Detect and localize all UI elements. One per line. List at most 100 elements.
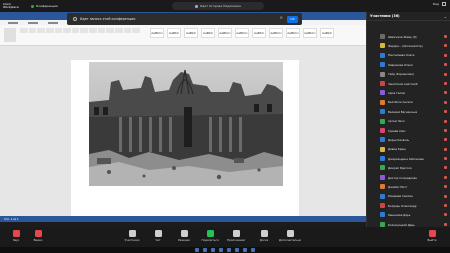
style-preset[interactable]: AaBbC (201, 28, 215, 38)
font-tools[interactable] (20, 28, 140, 42)
style-preset[interactable]: AaBbCc (218, 28, 232, 38)
participant-row[interactable]: Диктор Склюдарова (367, 173, 450, 182)
ok-button[interactable]: OK (287, 15, 298, 23)
toolbar-icon (206, 230, 214, 237)
toolbar-button[interactable]: Доска (252, 230, 276, 242)
participants-panel-title: Участники (36) ⌄ (367, 12, 450, 21)
toolbar-label: Дополнительно (278, 238, 302, 242)
style-preset[interactable]: AaBbCc (303, 28, 317, 38)
participant-row[interactable]: Болдарь Олександр (367, 201, 450, 210)
info-icon (73, 17, 77, 21)
participant-row[interactable]: Федора... (Организатор) (367, 41, 450, 50)
participant-row[interactable]: Гайд (Коршикова) (367, 70, 450, 79)
participant-name: Гайд (Коршикова) (388, 72, 414, 77)
participant-name: Гринёв Алис (388, 128, 406, 133)
avatar (380, 52, 385, 58)
muted-mic-icon (444, 222, 447, 226)
style-preset[interactable]: AaBbCc (286, 28, 300, 38)
conference-info[interactable]: Конференция (31, 4, 58, 8)
toolbar-button[interactable]: Звук (4, 230, 28, 242)
avatar (380, 174, 385, 180)
muted-mic-icon (444, 53, 447, 57)
toolbar-icon (428, 230, 436, 237)
window-controls: Вид (433, 2, 446, 6)
participant-row[interactable]: Дюкрап Бригола (367, 163, 450, 172)
participant-row[interactable]: Лавренова Олеся (367, 60, 450, 69)
participant-name: Кашинова Дарь (388, 213, 411, 218)
avatar (380, 127, 385, 133)
toolbar-button[interactable]: Участники (120, 230, 144, 242)
participant-row[interactable]: Чекитиков Анатолий (367, 79, 450, 88)
styles-gallery[interactable]: AaBbCc AaBbC AaBbC AaBbC AaBbCc AaBbCc AaBbC Aa… (150, 28, 334, 38)
muted-mic-icon (444, 110, 447, 114)
shield-icon (31, 4, 34, 8)
shared-word-window: AaBbCc AaBbC AaBbC AaBbC AaBbCc AaBbCc AaBbC Aa… (0, 12, 366, 222)
chevron-down-icon[interactable]: ⌄ (444, 14, 447, 19)
style-preset[interactable]: AaBbCc (235, 28, 249, 38)
avatar (380, 109, 385, 115)
toolbar-icon (260, 230, 268, 237)
participant-row[interactable]: Кашинова Дарь (367, 210, 450, 219)
avatar (380, 71, 385, 77)
zoom-window: zoom Workplace Конференция Идет Огорова … (0, 0, 450, 253)
participant-name: Дарья Калвэль (388, 137, 410, 142)
meeting-top-bar: zoom Workplace Конференция Идет Огорова … (0, 0, 450, 12)
toolbar-button[interactable]: Реакции (172, 230, 196, 242)
fullscreen-icon[interactable] (442, 2, 446, 6)
avatar (380, 146, 385, 152)
avatar (380, 62, 385, 68)
toolbar-button[interactable]: Чат (146, 230, 170, 242)
avatar (380, 156, 385, 162)
style-preset[interactable]: AaBbC (184, 28, 198, 38)
style-preset[interactable]: AaBbCc (269, 28, 283, 38)
participant-row[interactable]: Арма Галим (367, 88, 450, 97)
participant-row[interactable]: Белоболи Ангели (367, 98, 450, 107)
paste-icon[interactable] (4, 28, 16, 42)
screen-share-indicator[interactable]: Идет Огорова Нидемовна (172, 2, 264, 10)
participant-row[interactable]: Валерия Вяснянська (367, 107, 450, 116)
muted-mic-icon (444, 213, 447, 217)
word-ribbon: AaBbCc AaBbC AaBbC AaBbC AaBbCc AaBbCc AaBbC Aa… (0, 25, 366, 46)
participant-row[interactable]: Ровирава Смилин (367, 192, 450, 201)
participant-name: Болдарь Олександр (388, 203, 417, 208)
toolbar-label: Поделиться (201, 238, 219, 242)
toolbar-button[interactable]: Приложения (224, 230, 248, 242)
zoom-logo: zoom Workplace (3, 2, 19, 9)
toolbar-button[interactable]: Выйти (420, 230, 444, 242)
document-page[interactable] (71, 60, 299, 216)
muted-mic-icon (444, 128, 447, 132)
toolbar-label: Видео (33, 238, 43, 242)
muted-mic-icon (444, 194, 447, 198)
participant-name: Чекитиков Анатолий (388, 81, 418, 86)
toolbar-button[interactable]: Поделиться (198, 230, 222, 242)
view-button[interactable]: Вид (433, 2, 439, 6)
participant-row[interactable]: Шамсиков Жамр (Я) (367, 32, 450, 41)
participant-row[interactable]: Гринёв Алис (367, 126, 450, 135)
style-preset[interactable]: AaBbCc (150, 28, 164, 38)
participant-row[interactable]: Дарья Калвэль (367, 135, 450, 144)
participant-row[interactable]: Пантелеева Олеся (367, 51, 450, 60)
participant-row[interactable]: Давид Кращ (367, 145, 450, 154)
participant-row[interactable]: Артем Лечл (367, 117, 450, 126)
avatar (380, 99, 385, 105)
toolbar-button[interactable]: Дополнительно (278, 230, 302, 242)
avatar (380, 212, 385, 218)
toolbar-icon (34, 230, 42, 237)
muted-mic-icon (444, 138, 447, 142)
muted-mic-icon (444, 44, 447, 48)
toolbar-label: Реакции (178, 238, 190, 242)
avatar (380, 118, 385, 124)
style-preset[interactable]: AaBbC (167, 28, 181, 38)
participant-name: Арма Галим (388, 91, 405, 96)
close-icon[interactable]: × (280, 16, 283, 20)
toolbar-icon (12, 230, 20, 237)
toolbar-label: Чат (155, 238, 161, 242)
toolbar-button[interactable]: Видео (26, 230, 50, 242)
muted-mic-icon (444, 166, 447, 170)
participant-name: Федора... (Организатор) (388, 44, 423, 49)
conference-label: Конференция (36, 4, 58, 8)
participant-row[interactable]: Джеймс Мост (367, 182, 450, 191)
participant-row[interactable]: Джеральдина Хайсанова (367, 154, 450, 163)
style-preset[interactable]: AaBbC (252, 28, 266, 38)
style-preset[interactable]: AaBbC (320, 28, 334, 38)
